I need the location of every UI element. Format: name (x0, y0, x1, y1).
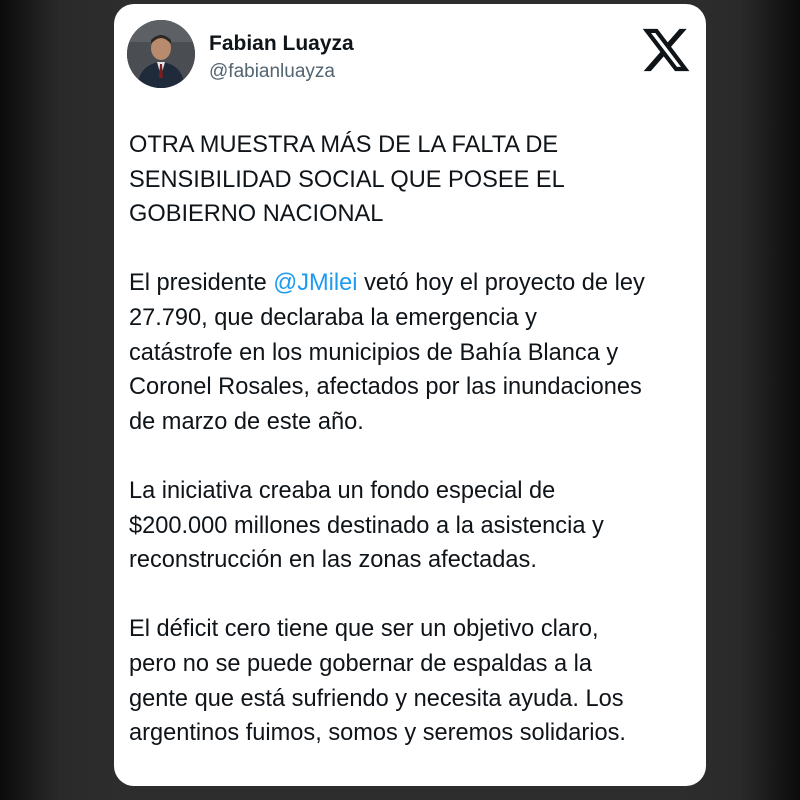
paragraph-line: gente que está sufriendo y necesita ayud… (129, 685, 624, 712)
paragraph-line: La iniciativa creaba un fondo especial d… (129, 477, 556, 504)
tweet-text: OTRA MUESTRA MÁS DE LA FALTA DE SENSIBIL… (129, 128, 699, 751)
tweet-paragraph-3: El déficit cero tiene que ser un objetiv… (129, 612, 699, 750)
paragraph-text: El presidente (129, 270, 274, 297)
tweet-paragraph-2: La iniciativa creaba un fondo especial d… (129, 474, 699, 578)
paragraph-line: $200.000 millones destinado a la asisten… (129, 512, 604, 539)
author-avatar[interactable] (127, 20, 195, 88)
paragraph-line: 27.790, que declaraba la emergencia y (129, 304, 537, 331)
paragraph-line: Coronel Rosales, afectados por las inund… (129, 374, 642, 401)
headline-line: GOBIERNO NACIONAL (129, 201, 384, 228)
author-handle[interactable]: @fabianluayza (209, 60, 335, 84)
paragraph-line: reconstrucción en las zonas afectadas. (129, 547, 537, 574)
avatar-photo (127, 20, 195, 88)
headline-line: SENSIBILIDAD SOCIAL QUE POSEE EL (129, 166, 565, 193)
paragraph-line: argentinos fuimos, somos y seremos solid… (129, 720, 626, 747)
paragraph-line: El déficit cero tiene que ser un objetiv… (129, 616, 599, 643)
paragraph-line: catástrofe en los municipios de Bahía Bl… (129, 339, 619, 366)
x-logo-icon[interactable] (640, 24, 692, 76)
tweet-headline: OTRA MUESTRA MÁS DE LA FALTA DE SENSIBIL… (129, 128, 699, 232)
mention-link[interactable]: @JMilei (273, 270, 357, 296)
paragraph-line: pero no se puede gobernar de espaldas a … (129, 650, 593, 677)
tweet-paragraph-1: El presidente @JMilei vetó hoy el proyec… (129, 266, 699, 439)
author-name[interactable]: Fabian Luayza (209, 32, 354, 56)
headline-line: OTRA MUESTRA MÁS DE LA FALTA DE (129, 132, 559, 158)
paragraph-text: vetó hoy el proyecto de ley (357, 270, 645, 297)
screenshot-frame: Fabian Luayza @fabianluayza OTRA MUESTRA… (0, 0, 800, 800)
paragraph-line: de marzo de este año. (129, 408, 364, 435)
x-logo-glyph (642, 28, 690, 72)
tweet-card: Fabian Luayza @fabianluayza OTRA MUESTRA… (114, 4, 706, 786)
